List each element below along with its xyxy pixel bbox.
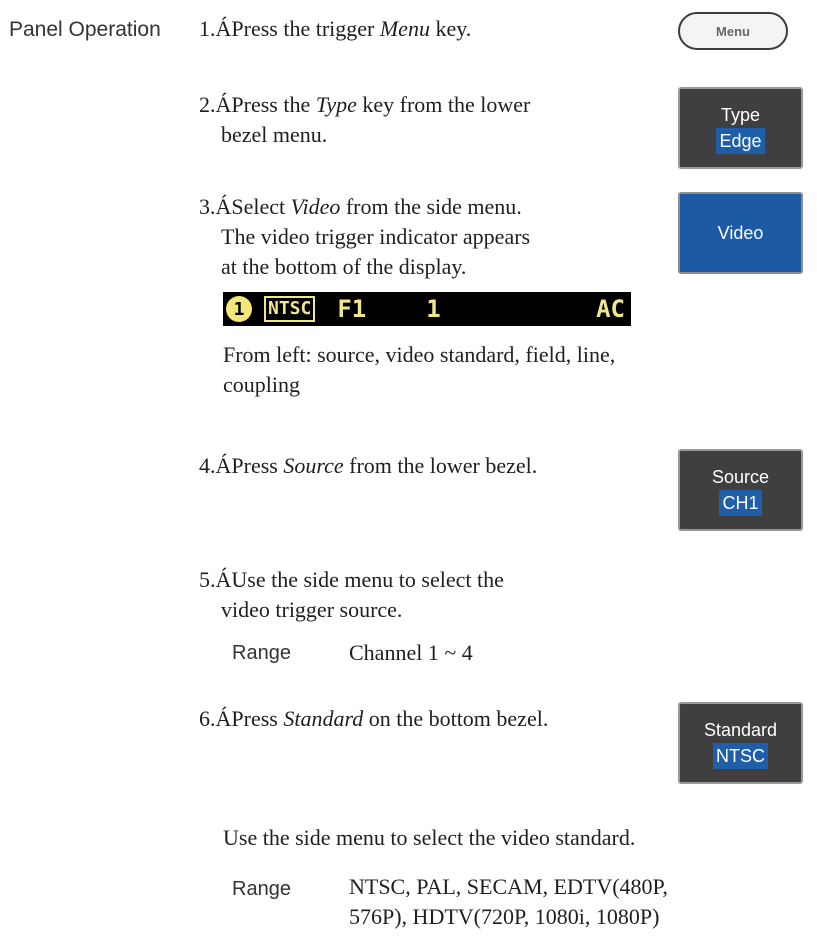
indicator-caption: From left: source, video standard, field…	[223, 342, 616, 397]
range-value: NTSC, PAL, SECAM, EDTV(480P, 576P), HDTV…	[349, 874, 668, 929]
softkey-label: Type	[720, 105, 761, 125]
key-name: Menu	[379, 16, 430, 41]
source-indicator: 1	[226, 296, 252, 322]
video-softkey[interactable]: Video	[678, 192, 803, 274]
softkey-value: Edge	[716, 128, 765, 154]
range-value: Channel 1 ~ 4	[349, 640, 473, 665]
key-name: Type	[315, 92, 357, 117]
step-number: 6.Á	[199, 706, 232, 731]
standard-softkey[interactable]: Standard NTSC	[678, 702, 803, 784]
video-standard-indicator: NTSC	[264, 296, 316, 322]
step-6: 6.ÁPress Standard on the bottom bezel.	[199, 706, 549, 731]
step-1: 1.ÁPress the trigger Menu key.	[199, 16, 472, 41]
source-softkey[interactable]: Source CH1	[678, 449, 803, 531]
type-softkey[interactable]: Type Edge	[678, 87, 803, 169]
step-2: 2.ÁPress the Type key from the lower bez…	[199, 92, 531, 147]
softkey-label: Source	[711, 467, 770, 487]
range-label: Range	[232, 642, 291, 664]
step-number: 5.Á	[199, 567, 232, 592]
range-label: Range	[232, 878, 291, 900]
step-number: 1.Á	[199, 16, 232, 41]
softkey-label: Standard	[703, 720, 778, 740]
section-label: Panel Operation	[9, 18, 161, 41]
menu-key-button[interactable]: Menu	[678, 12, 788, 50]
key-name: Video	[290, 194, 341, 219]
softkey-label: Video	[717, 223, 764, 243]
softkey-value: CH1	[719, 490, 762, 516]
video-trigger-indicator: 1 NTSC F1 1 AC	[223, 292, 631, 326]
step-number: 2.Á	[199, 92, 232, 117]
step-number: 3.Á	[199, 194, 232, 219]
step-5: 5.ÁUse the side menu to select the video…	[199, 567, 504, 622]
standard-note: Use the side menu to select the video st…	[223, 825, 636, 850]
softkey-value: NTSC	[713, 743, 768, 769]
step-number: 4.Á	[199, 453, 232, 478]
step-3: 3.ÁSelect Video from the side menu. The …	[199, 194, 531, 279]
line-indicator: 1	[426, 295, 441, 323]
field-indicator: F1	[337, 295, 367, 323]
step-4: 4.ÁPress Source from the lower bezel.	[199, 453, 538, 478]
coupling-indicator: AC	[596, 295, 625, 323]
key-name: Standard	[283, 706, 364, 731]
key-name: Source	[283, 453, 344, 478]
